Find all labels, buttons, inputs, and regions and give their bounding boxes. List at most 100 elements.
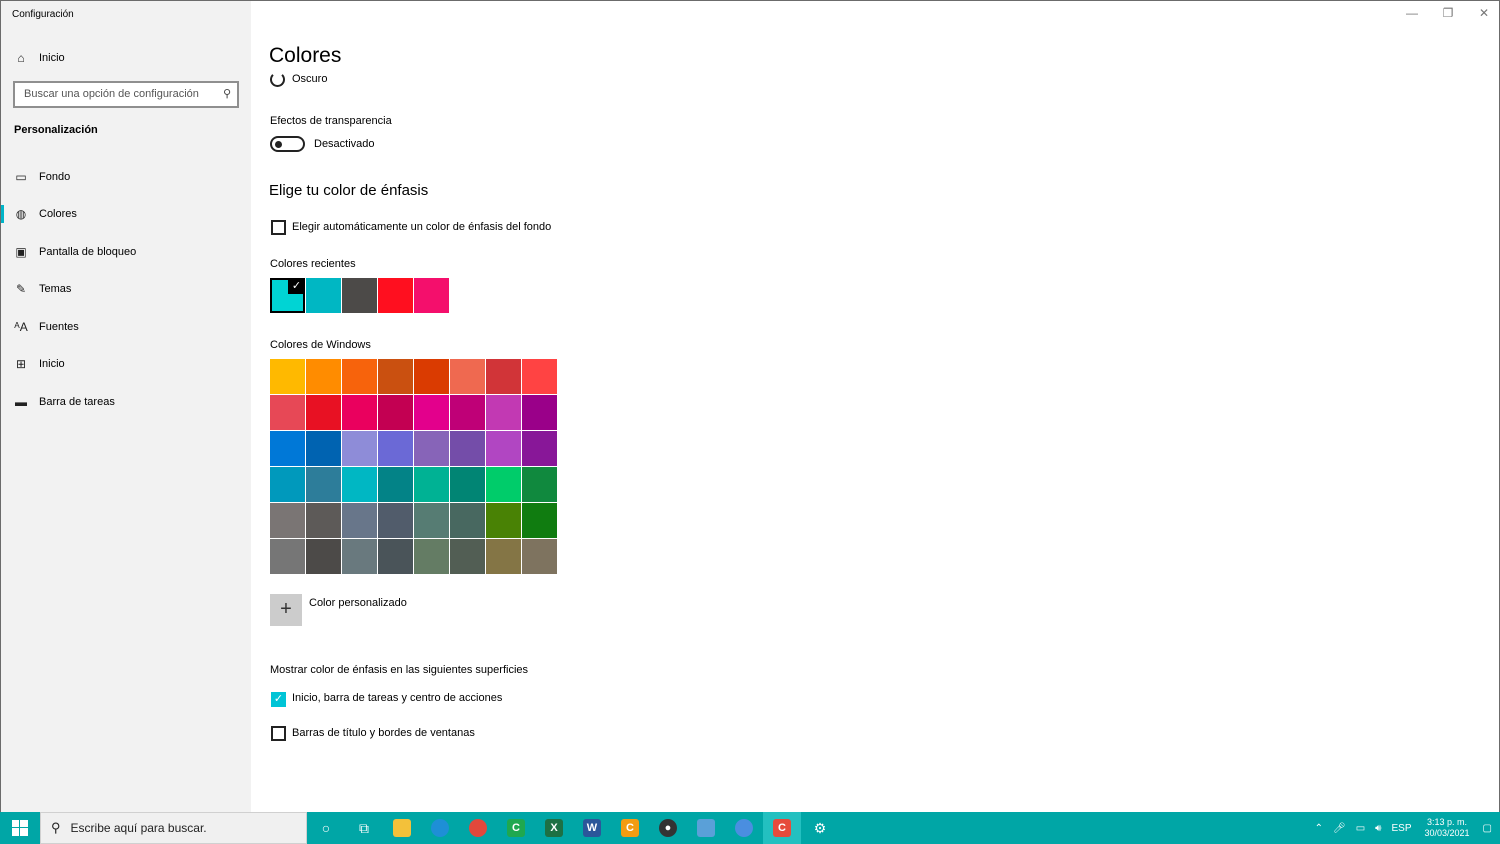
home-icon: ⌂ [17, 51, 25, 65]
windows-color-swatch[interactable] [522, 395, 557, 430]
recent-color-swatch[interactable] [378, 278, 413, 313]
sidebar-item-inicio[interactable]: ⊞ Inicio [1, 347, 251, 381]
windows-color-swatch[interactable] [306, 359, 341, 394]
auto-accent-checkbox[interactable] [271, 220, 286, 235]
recent-color-swatch[interactable] [306, 278, 341, 313]
windows-color-swatch[interactable] [522, 467, 557, 502]
windows-color-swatch[interactable] [414, 539, 449, 574]
search-icon[interactable]: ⚲ [223, 87, 231, 100]
chrome-icon[interactable] [459, 812, 497, 844]
windows-color-swatch[interactable] [486, 539, 521, 574]
windows-color-swatch[interactable] [378, 431, 413, 466]
windows-color-swatch[interactable] [270, 503, 305, 538]
surface-titlebars-checkbox[interactable] [271, 726, 286, 741]
windows-color-swatch[interactable] [486, 467, 521, 502]
windows-color-swatch[interactable] [450, 467, 485, 502]
sidebar-item-temas[interactable]: ✎ Temas [1, 272, 251, 306]
windows-color-swatch[interactable] [342, 503, 377, 538]
edge-icon[interactable] [421, 812, 459, 844]
word-icon[interactable]: W [573, 812, 611, 844]
chrome-profile-icon[interactable] [725, 812, 763, 844]
sidebar-item-label: Inicio [39, 358, 65, 370]
task-view-icon[interactable]: ⧉ [345, 812, 383, 844]
windows-color-swatch[interactable] [486, 359, 521, 394]
check-icon: ✓ [273, 693, 284, 705]
fonts-icon: ᴬA [14, 320, 28, 334]
settings-app-icon[interactable]: ⚙ [801, 812, 839, 844]
windows-color-swatch[interactable] [342, 395, 377, 430]
snagit-icon[interactable]: C [611, 812, 649, 844]
windows-color-swatch[interactable] [486, 431, 521, 466]
sidebar-item-fondo[interactable]: ▭ Fondo [1, 160, 251, 194]
windows-color-swatch[interactable] [486, 503, 521, 538]
sidebar-item-barra-de-tareas[interactable]: ▬ Barra de tareas [1, 385, 251, 419]
windows-color-swatch[interactable] [306, 503, 341, 538]
windows-color-swatch[interactable] [306, 539, 341, 574]
windows-color-swatch[interactable] [306, 467, 341, 502]
windows-color-swatch[interactable] [450, 395, 485, 430]
camtasia-icon[interactable]: C [497, 812, 535, 844]
volume-icon[interactable]: 🔊︎ [1375, 823, 1381, 834]
sidebar-item-pantalla-de-bloqueo[interactable]: ▣ Pantalla de bloqueo [1, 235, 251, 269]
windows-color-swatch[interactable] [414, 431, 449, 466]
microphone-icon[interactable]: 🎤︎ [1333, 823, 1346, 834]
taskbar-search-input[interactable]: ⚲ Escribe aquí para buscar. [40, 812, 307, 844]
notes-icon[interactable] [687, 812, 725, 844]
windows-color-swatch[interactable] [522, 359, 557, 394]
windows-color-swatch[interactable] [342, 431, 377, 466]
transparency-state: Desactivado [314, 138, 375, 150]
windows-color-swatch[interactable] [522, 503, 557, 538]
sidebar-home[interactable]: ⌂ Inicio [1, 41, 251, 75]
start-button[interactable] [0, 812, 40, 844]
start-icon: ⊞ [15, 357, 27, 371]
windows-color-swatch[interactable] [450, 431, 485, 466]
network-icon[interactable]: ▭ [1356, 823, 1365, 834]
windows-color-swatch[interactable] [270, 359, 305, 394]
windows-color-swatch[interactable] [342, 467, 377, 502]
windows-color-swatch[interactable] [414, 503, 449, 538]
windows-color-swatch[interactable] [450, 539, 485, 574]
language-indicator[interactable]: ESP [1391, 823, 1411, 834]
surface-start-label: Inicio, barra de tareas y centro de acci… [292, 692, 503, 704]
media-player-icon[interactable]: ● [649, 812, 687, 844]
recorder-icon[interactable]: C [763, 812, 801, 844]
windows-color-swatch[interactable] [522, 539, 557, 574]
cortana-icon[interactable]: ○ [307, 812, 345, 844]
settings-search-input[interactable]: Buscar una opción de configuración ⚲ [13, 81, 239, 108]
windows-color-swatch[interactable] [270, 431, 305, 466]
windows-color-swatch[interactable] [378, 503, 413, 538]
windows-color-swatch[interactable] [414, 467, 449, 502]
windows-color-swatch[interactable] [270, 539, 305, 574]
transparency-toggle[interactable] [270, 136, 305, 152]
surface-start-checkbox[interactable]: ✓ [271, 692, 286, 707]
windows-color-swatch[interactable] [342, 359, 377, 394]
windows-color-swatch[interactable] [378, 539, 413, 574]
windows-color-swatch[interactable] [450, 359, 485, 394]
windows-color-swatch[interactable] [306, 395, 341, 430]
windows-color-swatch[interactable] [522, 431, 557, 466]
file-explorer-icon[interactable] [383, 812, 421, 844]
windows-color-swatch[interactable] [378, 359, 413, 394]
windows-color-swatch[interactable] [450, 503, 485, 538]
dark-mode-radio[interactable] [270, 72, 285, 87]
windows-color-swatch[interactable] [486, 395, 521, 430]
windows-color-swatch[interactable] [378, 395, 413, 430]
windows-color-swatch[interactable] [270, 395, 305, 430]
windows-color-swatch[interactable] [414, 359, 449, 394]
windows-color-swatch[interactable] [270, 467, 305, 502]
tray-chevron-up-icon[interactable]: ⌃ [1315, 823, 1323, 834]
excel-icon[interactable]: X [535, 812, 573, 844]
custom-color-button[interactable]: + [270, 594, 302, 626]
sidebar-item-colores[interactable]: ◍ Colores [1, 197, 251, 231]
windows-color-swatch[interactable] [342, 539, 377, 574]
clock-date: 30/03/2021 [1424, 828, 1470, 838]
recent-color-swatch[interactable]: ✓ [270, 278, 305, 313]
notifications-icon[interactable]: ▢ [1483, 823, 1492, 834]
windows-color-swatch[interactable] [414, 395, 449, 430]
sidebar-item-fuentes[interactable]: ᴬA Fuentes [1, 310, 251, 344]
recent-color-swatch[interactable] [414, 278, 449, 313]
windows-color-swatch[interactable] [306, 431, 341, 466]
windows-color-swatch[interactable] [378, 467, 413, 502]
recent-color-swatch[interactable] [342, 278, 377, 313]
clock[interactable]: 3:13 p. m. 30/03/2021 [1425, 817, 1470, 839]
